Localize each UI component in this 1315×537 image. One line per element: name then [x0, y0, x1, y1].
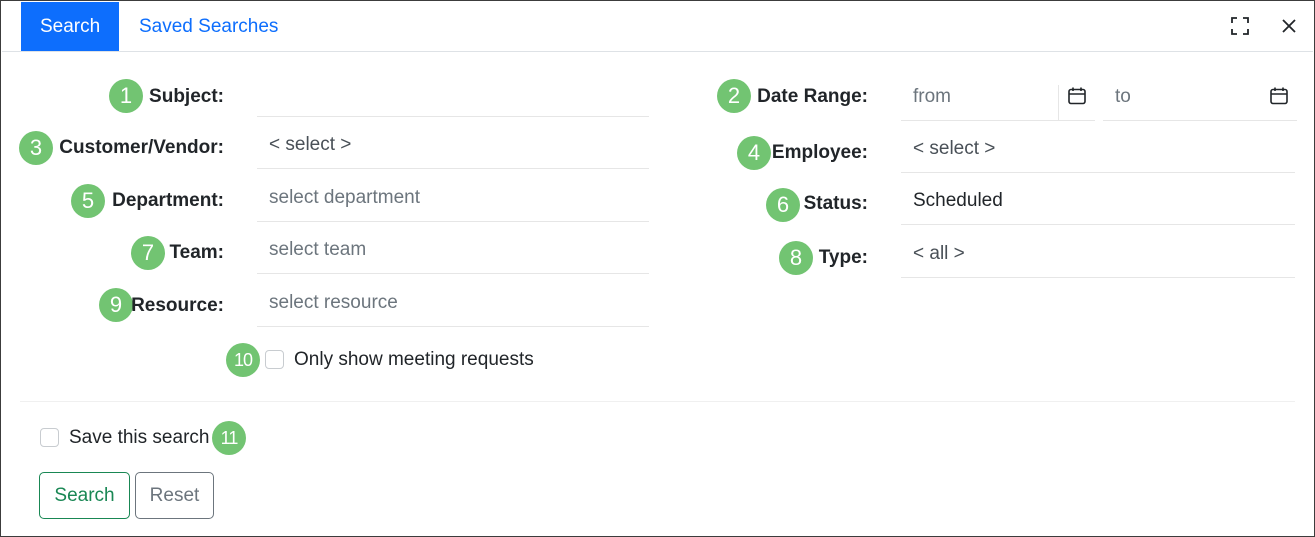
step-badge-2: 2 — [717, 79, 751, 113]
reset-button[interactable]: Reset — [135, 472, 214, 519]
tab-search[interactable]: Search — [21, 2, 120, 51]
department-select[interactable]: select department — [257, 174, 649, 222]
customer-vendor-label: Customer/Vendor: — [59, 137, 224, 158]
tab-bar: Search Saved Searches — [2, 2, 1313, 52]
step-badge-11: 11 — [212, 421, 246, 455]
footer-divider — [20, 401, 1295, 402]
employee-select[interactable]: < select > — [901, 125, 1295, 173]
step-badge-1: 1 — [109, 79, 143, 113]
close-icon[interactable] — [1278, 15, 1300, 37]
search-button[interactable]: Search — [39, 472, 130, 519]
save-search-label[interactable]: Save this search — [69, 427, 209, 449]
step-badge-4: 4 — [737, 136, 771, 170]
team-select[interactable]: select team — [257, 226, 649, 274]
type-label: Type: — [818, 247, 868, 268]
subject-label: Subject: — [149, 86, 224, 107]
save-search-checkbox[interactable] — [40, 428, 59, 447]
step-badge-10: 10 — [226, 343, 260, 377]
step-badge-5: 5 — [71, 184, 105, 218]
resource-label: Resource: — [131, 295, 224, 316]
status-label: Status: — [803, 193, 868, 214]
customer-vendor-select[interactable]: < select > — [257, 121, 649, 169]
department-label: Department: — [112, 190, 224, 211]
calendar-icon[interactable] — [1268, 85, 1290, 107]
expand-icon[interactable] — [1229, 15, 1251, 37]
status-select[interactable]: Scheduled — [901, 177, 1295, 225]
meeting-requests-checkbox[interactable] — [265, 350, 284, 369]
tab-saved-searches[interactable]: Saved Searches — [120, 2, 297, 51]
step-badge-3: 3 — [19, 131, 53, 165]
type-select[interactable]: < all > — [901, 230, 1295, 278]
resource-select[interactable]: select resource — [257, 279, 649, 327]
step-badge-9: 9 — [99, 288, 133, 322]
subject-input[interactable] — [257, 69, 649, 117]
employee-label: Employee: — [771, 142, 868, 163]
calendar-icon[interactable] — [1066, 85, 1088, 107]
step-badge-6: 6 — [766, 188, 800, 222]
step-badge-8: 8 — [779, 241, 813, 275]
team-label: Team: — [169, 242, 224, 263]
date-range-label: Date Range: — [757, 86, 868, 107]
date-from-divider — [1058, 85, 1059, 121]
step-badge-7: 7 — [131, 236, 165, 270]
meeting-requests-label[interactable]: Only show meeting requests — [294, 349, 534, 371]
